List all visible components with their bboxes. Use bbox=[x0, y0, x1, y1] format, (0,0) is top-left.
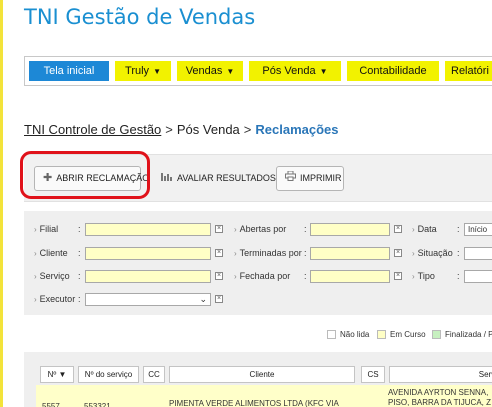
menu-item-truly[interactable]: Truly ▼ bbox=[115, 61, 171, 81]
filter-label-situacao: Situação bbox=[412, 248, 453, 258]
filter-label-abertas-por: Abertas por bbox=[234, 224, 287, 234]
filter-label-servico: Serviço bbox=[34, 271, 70, 281]
breadcrumb-separator: > bbox=[243, 122, 252, 137]
breadcrumb-root-link[interactable]: TNI Controle de Gestão bbox=[24, 122, 161, 137]
filter-colon: : bbox=[304, 224, 307, 234]
clear-icon[interactable]: × bbox=[394, 225, 402, 233]
complaints-table: Nº ▼ Nº do serviço CC Cliente CS Servi 5… bbox=[24, 352, 492, 407]
legend-nao-lida: Não lida bbox=[327, 330, 370, 340]
breadcrumb-middle: Pós Venda bbox=[176, 122, 240, 137]
servico-input[interactable] bbox=[85, 270, 211, 283]
legend-label: Não lida bbox=[340, 330, 370, 339]
filter-colon: : bbox=[78, 224, 81, 234]
clear-icon[interactable]: × bbox=[215, 249, 223, 257]
legend-finalizada: Finalizada / P bbox=[432, 330, 492, 340]
print-label: IMPRIMIR bbox=[300, 173, 342, 183]
filter-colon: : bbox=[78, 294, 81, 304]
chevron-down-icon: ▼ bbox=[319, 67, 328, 76]
filter-panel: Filial : × Cliente : × Serviço : × Execu… bbox=[24, 211, 492, 315]
legend-label: Em Curso bbox=[390, 330, 426, 339]
menu-label: Relatóri bbox=[451, 65, 489, 77]
filter-label-fechada-por: Fechada por bbox=[234, 271, 291, 281]
filter-label-cliente: Cliente bbox=[34, 248, 68, 258]
filter-label-terminadas-por: Terminadas por bbox=[234, 248, 302, 258]
chevron-down-icon: ▼ bbox=[153, 67, 161, 76]
legend-em-curso: Em Curso bbox=[377, 330, 426, 340]
cliente-input[interactable] bbox=[85, 247, 211, 260]
tipo-select[interactable] bbox=[464, 270, 492, 283]
print-button[interactable]: IMPRIMIR bbox=[276, 166, 344, 191]
fechada-por-input[interactable] bbox=[310, 270, 390, 283]
breadcrumb-separator: > bbox=[165, 122, 173, 137]
filter-label-tipo: Tipo bbox=[412, 271, 435, 281]
menu-label: Tela inicial bbox=[43, 65, 95, 77]
legend-swatch bbox=[432, 330, 441, 340]
filter-colon: : bbox=[304, 248, 307, 258]
clear-icon[interactable]: × bbox=[215, 225, 223, 233]
filter-label-filial: Filial bbox=[34, 224, 59, 234]
column-header-numero-servico[interactable]: Nº do serviço bbox=[78, 366, 139, 383]
filial-input[interactable] bbox=[85, 223, 211, 236]
evaluate-results-button[interactable]: AVALIAR RESULTADOS bbox=[152, 166, 276, 191]
situacao-select[interactable] bbox=[464, 247, 492, 260]
filter-colon: : bbox=[457, 271, 460, 281]
clear-icon[interactable]: × bbox=[215, 272, 223, 280]
menu-item-tela-inicial[interactable]: Tela inicial bbox=[29, 61, 109, 81]
app-title: TNI Gestão de Vendas bbox=[24, 5, 256, 29]
cell-cliente: PIMENTA VERDE ALIMENTOS LTDA (KFC VIA bbox=[169, 399, 339, 407]
terminadas-por-input[interactable] bbox=[310, 247, 390, 260]
filter-colon: : bbox=[304, 271, 307, 281]
printer-icon bbox=[285, 167, 296, 190]
filter-colon: : bbox=[78, 248, 81, 258]
cell-numero-servico: 553321 bbox=[84, 402, 111, 407]
legend-label: Finalizada / P bbox=[445, 330, 492, 339]
clear-icon[interactable]: × bbox=[215, 295, 223, 303]
column-header-cliente[interactable]: Cliente bbox=[169, 366, 355, 383]
menu-item-pos-venda[interactable]: Pós Venda ▼ bbox=[249, 61, 341, 81]
main-menu-bar: Tela inicial Truly ▼ Vendas ▼ Pós Venda ▼ C… bbox=[24, 56, 492, 86]
filter-label-executor: Executor bbox=[34, 294, 76, 304]
column-header-servico[interactable]: Servi bbox=[389, 366, 492, 383]
menu-label: Truly bbox=[125, 65, 150, 77]
highlight-annotation bbox=[20, 151, 150, 199]
data-select[interactable]: Início bbox=[464, 223, 492, 236]
menu-item-contabilidade[interactable]: Contabilidade bbox=[347, 61, 439, 81]
cell-numero: 5557 bbox=[42, 402, 60, 407]
bar-chart-icon bbox=[161, 167, 173, 190]
column-header-numero[interactable]: Nº ▼ bbox=[40, 366, 74, 383]
filter-colon: : bbox=[457, 224, 460, 234]
cell-endereco-line2: PISO, BARRA DA TIJUCA, Z bbox=[388, 398, 491, 407]
menu-item-relatorios[interactable]: Relatóri bbox=[445, 61, 492, 81]
menu-item-vendas[interactable]: Vendas ▼ bbox=[177, 61, 243, 81]
left-accent-stripe bbox=[0, 0, 3, 407]
legend-swatch bbox=[327, 330, 336, 340]
clear-icon[interactable]: × bbox=[394, 272, 402, 280]
chevron-down-icon: ▼ bbox=[226, 67, 235, 76]
filter-label-data: Data bbox=[412, 224, 437, 234]
breadcrumb-current: Reclamações bbox=[255, 122, 339, 137]
column-header-cs[interactable]: CS bbox=[361, 366, 385, 383]
legend-swatch bbox=[377, 330, 386, 340]
menu-label: Contabilidade bbox=[359, 65, 427, 77]
menu-label: Pós Venda bbox=[262, 65, 316, 77]
filter-colon: : bbox=[78, 271, 81, 281]
executor-select[interactable]: ⌄ bbox=[85, 293, 211, 306]
chevron-down-icon: ⌄ bbox=[199, 294, 207, 304]
clear-icon[interactable]: × bbox=[394, 249, 402, 257]
abertas-por-input[interactable] bbox=[310, 223, 390, 236]
table-row[interactable]: 5557 553321 PIMENTA VERDE ALIMENTOS LTDA… bbox=[36, 385, 492, 407]
evaluate-results-label: AVALIAR RESULTADOS bbox=[177, 173, 276, 183]
menu-label: Vendas bbox=[185, 65, 223, 77]
column-header-cc[interactable]: CC bbox=[143, 366, 165, 383]
filter-colon: : bbox=[457, 248, 460, 258]
breadcrumb: TNI Controle de Gestão > Pós Venda > Reclama… bbox=[24, 122, 339, 137]
cell-endereco-line1: AVENIDA AYRTON SENNA, bbox=[388, 388, 489, 397]
